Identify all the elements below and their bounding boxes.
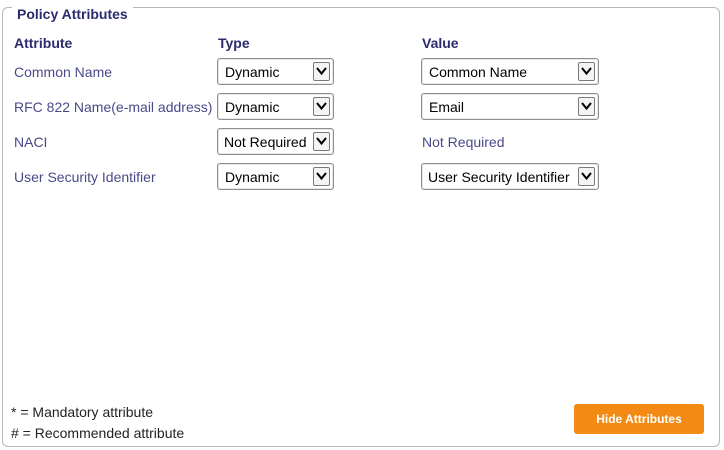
attribute-label: RFC 822 Name(e-mail address) bbox=[14, 99, 213, 115]
type-select[interactable]: Dynamic bbox=[217, 93, 334, 120]
hide-attributes-button[interactable]: Hide Attributes bbox=[574, 404, 704, 434]
type-select-value: Dynamic bbox=[225, 64, 280, 80]
chevron-down-icon[interactable] bbox=[578, 167, 595, 186]
chevron-down-icon[interactable] bbox=[578, 62, 595, 81]
type-select-value: Dynamic bbox=[225, 169, 280, 185]
value-select[interactable]: User Security Identifier bbox=[421, 163, 599, 190]
type-select[interactable]: Dynamic bbox=[217, 163, 334, 190]
attribute-label: User Security Identifier bbox=[14, 169, 156, 185]
value-static-text: Not Required bbox=[422, 134, 505, 150]
chevron-down-icon[interactable] bbox=[313, 132, 330, 151]
chevron-down-icon[interactable] bbox=[313, 97, 330, 116]
chevron-down-icon[interactable] bbox=[313, 167, 330, 186]
value-select[interactable]: Email bbox=[421, 93, 599, 120]
recommended-note: # = Recommended attribute bbox=[11, 425, 185, 441]
value-select-value: Email bbox=[429, 99, 465, 115]
header-type: Type bbox=[218, 35, 250, 51]
type-select[interactable]: Dynamic bbox=[217, 58, 334, 85]
value-select[interactable]: Common Name bbox=[421, 58, 599, 85]
type-select-value: Dynamic bbox=[225, 99, 280, 115]
chevron-down-icon[interactable] bbox=[578, 97, 595, 116]
attribute-label: Common Name bbox=[14, 64, 113, 80]
type-select[interactable]: Not Required bbox=[217, 128, 334, 155]
fieldset-legend: Policy Attributes bbox=[12, 7, 133, 21]
value-select-value: User Security Identifier bbox=[428, 169, 570, 185]
chevron-down-icon[interactable] bbox=[313, 62, 330, 81]
header-attribute: Attribute bbox=[14, 35, 73, 51]
mandatory-note: * = Mandatory attribute bbox=[11, 404, 154, 420]
value-select-value: Common Name bbox=[429, 64, 528, 80]
attribute-label: NACI bbox=[14, 134, 48, 150]
header-value: Value bbox=[422, 35, 459, 51]
type-select-value: Not Required bbox=[224, 134, 307, 150]
